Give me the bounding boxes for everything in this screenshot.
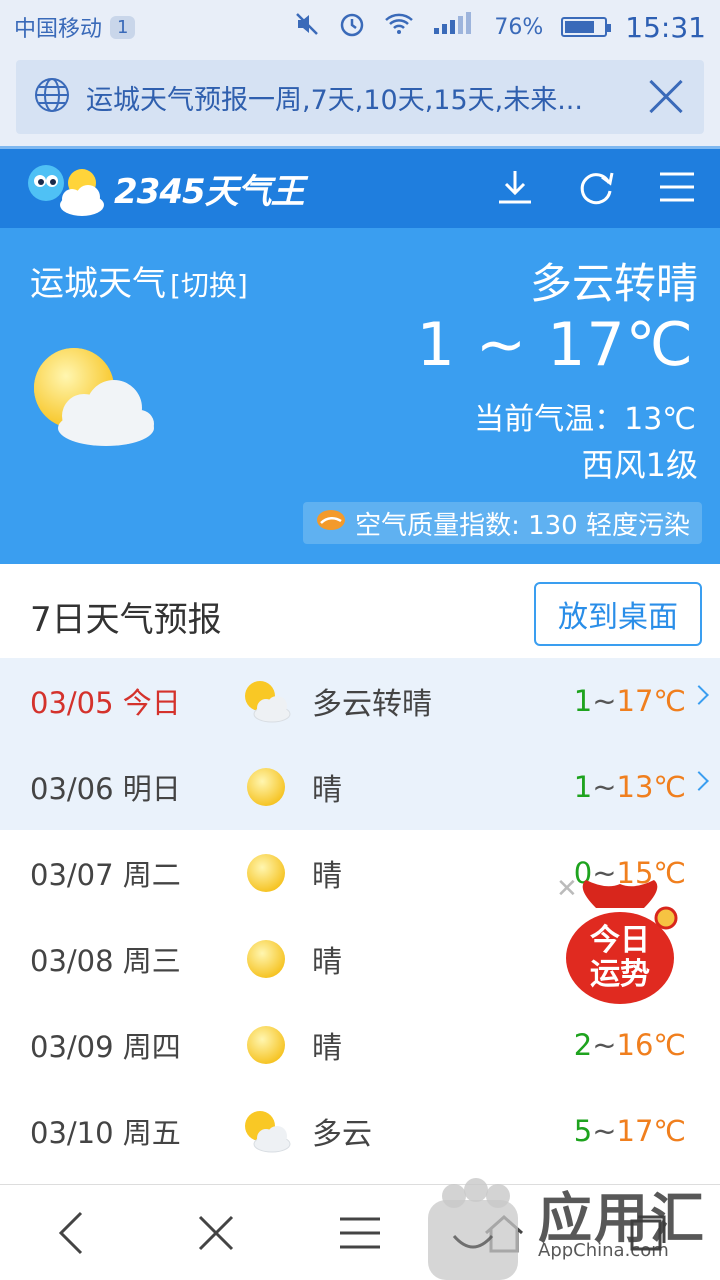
temp-high: 17	[616, 684, 654, 718]
sun-icon	[240, 936, 292, 986]
temp-low: 1	[573, 770, 593, 804]
temp-sep: ~	[592, 1114, 617, 1148]
chevron-right-icon[interactable]	[689, 685, 709, 705]
temp-low: 2	[573, 1028, 593, 1062]
wind: 西风1级	[581, 446, 698, 484]
forecast-title: 7日天气预报	[30, 600, 222, 640]
temp-low: 5	[573, 1114, 593, 1148]
temp-high: 17	[616, 1114, 654, 1148]
forecast-row[interactable]: 03/09 周四 晴 2~16℃	[0, 1002, 720, 1088]
city-selector[interactable]: 运城天气 [切换]	[30, 256, 248, 305]
forecast-temp: 1~13℃	[574, 770, 686, 804]
fortune-widget[interactable]: ✕ 今日 运势	[556, 868, 684, 1008]
sun-icon	[240, 1022, 292, 1072]
pin-to-desktop-button[interactable]: 放到桌面	[534, 582, 702, 646]
close-icon[interactable]	[646, 77, 686, 117]
temp-sep: ~	[592, 684, 617, 718]
back-icon[interactable]	[37, 1198, 107, 1268]
temp-unit: ℃	[653, 770, 686, 804]
notification-count: 1	[110, 15, 136, 39]
download-icon[interactable]	[496, 168, 534, 210]
alarm-icon	[338, 10, 366, 44]
app-logo: 2345天气王	[24, 159, 305, 219]
forecast-condition: 晴	[312, 773, 342, 808]
cloudy-sun-icon	[28, 346, 158, 454]
refresh-icon[interactable]	[576, 167, 616, 211]
switch-city-link[interactable]: [切换]	[170, 269, 248, 302]
temp-unit: ℃	[653, 1114, 686, 1148]
forecast-date: 03/08 周三	[30, 944, 181, 978]
forecast-temp: 2~16℃	[574, 1028, 686, 1062]
cloudy-sun-icon	[240, 678, 292, 728]
temp-unit: ℃	[653, 1028, 686, 1062]
temp-high: 16	[616, 1028, 654, 1062]
forecast-temp: 1~17℃	[574, 684, 686, 718]
temp-sep: ~	[592, 1028, 617, 1062]
signal-icon	[432, 12, 476, 42]
wifi-icon	[384, 12, 414, 42]
menu-icon[interactable]	[658, 170, 696, 208]
mute-icon	[294, 11, 320, 43]
forecast-date: 03/09 周四	[30, 1030, 181, 1064]
watermark-sub: AppChina.com	[538, 1240, 669, 1261]
chevron-right-icon[interactable]	[689, 771, 709, 791]
forecast-condition: 晴	[312, 1031, 342, 1066]
forecast-condition: 多云转晴	[312, 687, 432, 722]
temp-unit: ℃	[653, 684, 686, 718]
temp-sep: ~	[592, 770, 617, 804]
clock: 15:31	[625, 10, 706, 44]
battery-percent: 76%	[494, 14, 544, 40]
current-temp: 当前气温：13℃	[474, 402, 696, 437]
aqi-text: 空气质量指数: 130 轻度污染	[355, 510, 690, 541]
leaf-icon	[315, 507, 347, 540]
logo-text: 2345天气王	[114, 172, 305, 212]
forecast-row[interactable]: 03/06 明日 晴 1~13℃	[0, 744, 720, 830]
menu-icon[interactable]	[325, 1198, 395, 1268]
forecast-date: 03/07 周二	[30, 858, 181, 892]
sun-icon	[240, 850, 292, 900]
url-bar-container: 运城天气预报一周,7天,10天,15天,未来...	[0, 54, 720, 146]
city-name: 运城天气	[30, 264, 166, 304]
current-condition: 多云转晴	[529, 259, 698, 308]
forecast-condition: 晴	[312, 945, 342, 980]
carrier-label: 中国移动	[14, 17, 103, 42]
forecast-date: 03/10 周五	[30, 1116, 181, 1150]
fortune-line2: 运势	[590, 957, 650, 992]
url-bar[interactable]: 运城天气预报一周,7天,10天,15天,未来...	[16, 60, 704, 134]
current-weather-panel: 运城天气 [切换] 多云转晴 1 ~ 17℃ 当前气温：13℃ 西风1级 空气质量…	[0, 228, 720, 564]
globe-icon	[34, 77, 70, 117]
fortune-line1: 今日	[590, 923, 650, 958]
appchina-logo-icon	[428, 1178, 518, 1280]
close-icon[interactable]	[181, 1198, 251, 1268]
battery-icon	[561, 17, 612, 37]
forecast-date: 03/06 明日	[30, 772, 181, 806]
forecast-header: 7日天气预报 放到桌面	[0, 564, 720, 658]
forecast-condition: 多云	[312, 1117, 372, 1152]
sun-icon	[240, 764, 292, 814]
aqi-badge[interactable]: 空气质量指数: 130 轻度污染	[303, 502, 702, 544]
status-bar: 中国移动 1 76% 15:31	[0, 0, 720, 54]
forecast-temp: 5~17℃	[574, 1114, 686, 1148]
temp-range: 1 ~ 17℃	[416, 310, 694, 380]
temp-low: 1	[573, 684, 593, 718]
mascot-icon	[28, 164, 104, 216]
cloudy-sun-icon	[240, 1108, 292, 1158]
forecast-row[interactable]: 03/05 今日 多云转晴 1~17℃	[0, 658, 720, 744]
forecast-date: 03/05 今日	[30, 686, 181, 720]
temp-high: 13	[616, 770, 654, 804]
forecast-condition: 晴	[312, 859, 342, 894]
forecast-row[interactable]: 03/10 周五 多云 5~17℃	[0, 1088, 720, 1174]
page-title[interactable]: 运城天气预报一周,7天,10天,15天,未来...	[86, 78, 646, 117]
appchina-watermark: 应用汇 AppChina.com	[428, 1166, 720, 1280]
app-header: 2345天气王	[0, 146, 720, 228]
fortune-bag-icon: 今日 运势	[566, 880, 678, 1004]
